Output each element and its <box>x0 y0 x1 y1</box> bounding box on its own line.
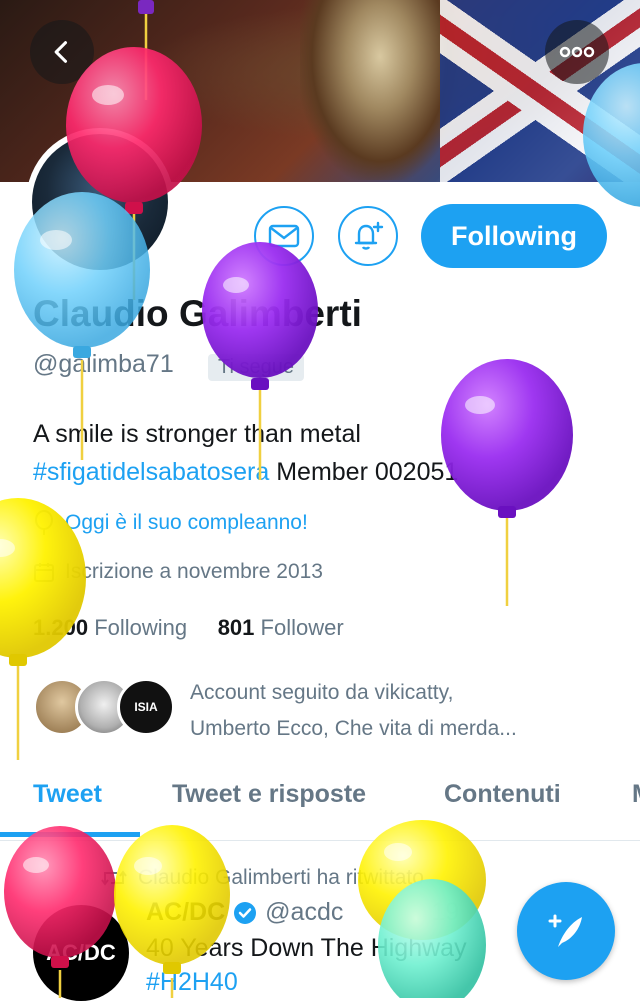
bell-plus-icon <box>354 221 384 250</box>
bio-text: Member 002051 <box>269 458 459 486</box>
followed-by-text[interactable]: Account seguito da vikicatty, Umberto Ec… <box>190 675 620 747</box>
followed-by-avatars[interactable]: ISIA <box>33 678 175 738</box>
avatar-image <box>32 134 168 270</box>
following-count-link[interactable]: 1.200 Following <box>33 615 187 640</box>
birthday-row: Oggi è il suo compleanno! <box>33 510 308 536</box>
tab-tweet-replies[interactable]: Tweet e risposte <box>172 780 366 809</box>
tab-tweet[interactable]: Tweet <box>33 780 102 809</box>
retweet-text: Claudio Galimberti ha ritwittato <box>138 866 424 889</box>
joined-text: Iscrizione a novembre 2013 <box>65 560 323 583</box>
profile-handle: @galimba71 <box>33 350 174 378</box>
banner-flag <box>440 0 640 182</box>
following-button[interactable]: Following <box>421 204 607 268</box>
back-button[interactable] <box>30 20 94 84</box>
tweet-time: 19 <box>431 898 460 926</box>
compose-tweet-button[interactable] <box>517 882 615 980</box>
balloon-icon <box>35 510 53 535</box>
tab-likes[interactable]: M <box>632 780 640 809</box>
chevron-left-icon <box>54 41 68 63</box>
bio-line: A smile is stronger than metal <box>33 420 361 448</box>
tab-media[interactable]: Contenuti <box>444 780 561 809</box>
followed-by-line: Umberto Ecco, Che vita di merda... <box>190 717 517 740</box>
followers-count-link[interactable]: 801 Follower <box>218 615 344 640</box>
more-button[interactable] <box>545 20 609 84</box>
retweet-context: Claudio Galimberti ha ritwittato <box>100 866 424 890</box>
message-button[interactable] <box>254 206 314 266</box>
tweet-text: 40 Years Down The Highway <box>146 934 467 962</box>
bio-line: #sfigatidelsabatosera Member 002051 <box>33 458 458 487</box>
retweet-icon <box>101 870 127 886</box>
profile-name: Claudio Galimberti <box>33 293 362 334</box>
bio-hashtag-link[interactable]: #sfigatidelsabatosera <box>33 458 269 486</box>
active-tab-indicator <box>0 832 140 837</box>
compose-tweet-icon <box>548 914 582 947</box>
tweet-header: AC/DC @acdc 19 <box>146 898 459 927</box>
calendar-icon <box>34 563 54 582</box>
envelope-icon <box>268 224 300 248</box>
notifications-button[interactable] <box>338 206 398 266</box>
banner-artwork <box>300 0 460 180</box>
avatar: ISIA <box>117 678 175 736</box>
follow-counts: 1.200 Following 801 Follower <box>33 615 344 641</box>
tweet-hashtag-link[interactable]: #H2H40 <box>146 968 238 997</box>
joined-row: Iscrizione a novembre 2013 <box>33 560 323 584</box>
follows-you-badge: Ti segue <box>208 354 304 381</box>
more-horizontal-icon <box>559 46 595 58</box>
verified-badge-icon <box>234 901 257 924</box>
tweet-author-handle[interactable]: @acdc <box>265 898 343 927</box>
tweet-author-name[interactable]: AC/DC <box>146 898 225 927</box>
followed-by-line: Account seguito da vikicatty, <box>190 681 454 704</box>
birthday-text: Oggi è il suo compleanno! <box>65 511 308 534</box>
profile-tabs: Tweet Tweet e risposte Contenuti M <box>0 760 640 841</box>
tweet-author-avatar[interactable]: AC/DC <box>33 905 129 1001</box>
profile-avatar[interactable] <box>26 128 174 276</box>
